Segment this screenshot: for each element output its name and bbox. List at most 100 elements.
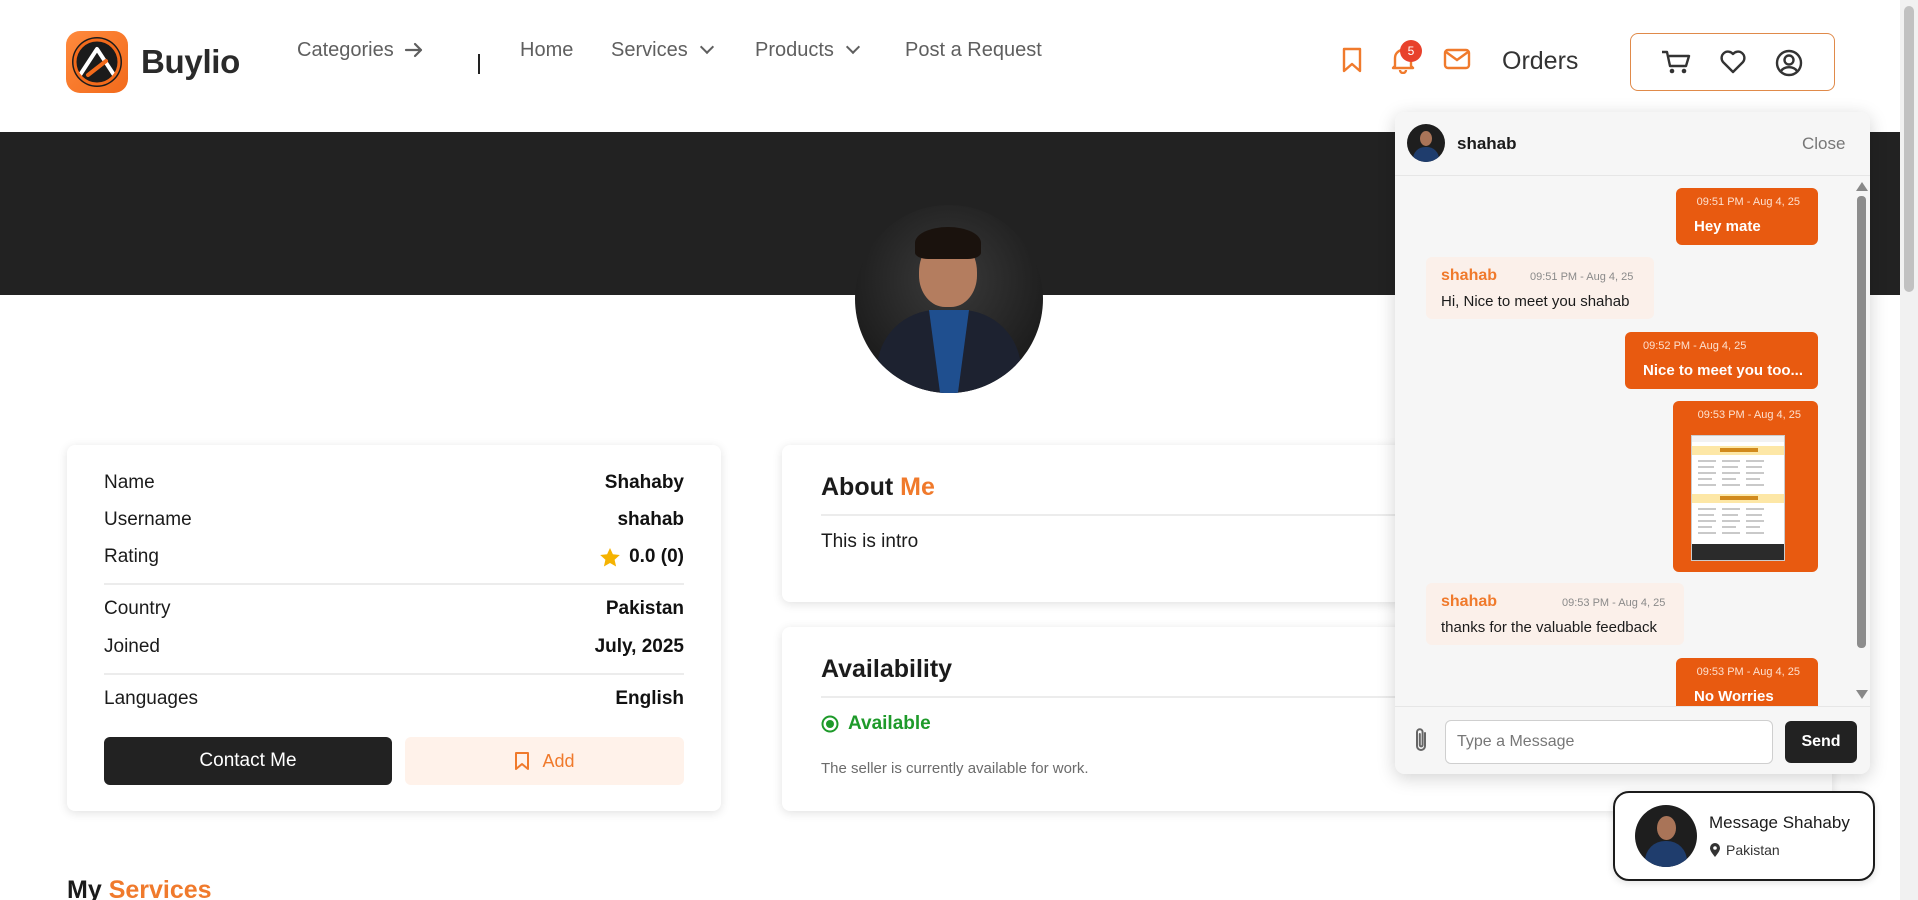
message-text: thanks for the valuable feedback <box>1441 619 1657 636</box>
paperclip-icon[interactable] <box>1411 725 1431 760</box>
about-text: This is intro <box>821 531 919 552</box>
radio-checked-icon <box>821 715 839 733</box>
profile-info-card: Name Shahaby Username shahab Rating 0.0 … <box>67 445 721 811</box>
seller-avatar <box>1635 805 1697 867</box>
message-outgoing: 09:52 PM - Aug 4, 25 Nice to meet you to… <box>1625 332 1818 389</box>
about-title-accent: Me <box>900 473 935 501</box>
info-value: 0.0 (0) <box>629 546 684 567</box>
info-row-username: Username shahab <box>104 509 684 531</box>
about-title-main: About <box>821 473 894 501</box>
message-outgoing: 09:53 PM - Aug 4, 25 No Worries <box>1676 658 1818 706</box>
message-incoming: shahab 09:53 PM - Aug 4, 25 thanks for t… <box>1426 583 1684 645</box>
orders-link[interactable]: Orders <box>1502 47 1578 76</box>
add-button-label: Add <box>542 750 575 771</box>
message-text: No Worries <box>1694 688 1774 705</box>
message-input[interactable] <box>1445 720 1773 764</box>
info-value: shahab <box>617 509 684 530</box>
availability-title: Availability <box>821 655 953 683</box>
info-row-languages: Languages English <box>104 688 684 710</box>
info-row-name: Name Shahaby <box>104 472 684 494</box>
info-label: Joined <box>104 636 160 657</box>
chat-avatar <box>1407 124 1445 162</box>
mail-icon[interactable] <box>1443 48 1471 75</box>
chat-window: shahab Close 09:51 PM - Aug 4, 25 Hey ma… <box>1395 112 1870 774</box>
cart-icon[interactable] <box>1661 49 1691 80</box>
chat-scrollbar[interactable] <box>1854 176 1868 706</box>
nav-separator <box>478 54 480 74</box>
image-thumbnail[interactable] <box>1691 435 1785 561</box>
add-bookmark-button[interactable]: Add <box>405 737 684 785</box>
nav-post-request[interactable]: Post a Request <box>905 39 1042 62</box>
nav-home-label: Home <box>520 38 574 61</box>
buylio-logo-icon <box>66 31 128 93</box>
info-row-joined: Joined July, 2025 <box>104 636 684 658</box>
brand-logo[interactable]: Buylio <box>66 31 240 93</box>
message-time: 09:53 PM - Aug 4, 25 <box>1697 409 1801 421</box>
profile-avatar <box>855 205 1043 393</box>
nav-services-label: Services <box>611 38 688 61</box>
availability-status: Available <box>821 713 931 735</box>
about-title: About Me <box>821 473 935 502</box>
message-seller-card[interactable]: Message Shahaby Pakistan <box>1613 791 1875 881</box>
info-value: English <box>615 688 684 709</box>
info-row-rating: Rating 0.0 (0) <box>104 546 684 568</box>
seller-location-label: Pakistan <box>1726 842 1780 858</box>
message-seller-title: Message Shahaby <box>1709 813 1850 832</box>
message-sender: shahab <box>1441 267 1498 284</box>
info-value: July, 2025 <box>594 636 684 657</box>
availability-note: The seller is currently available for wo… <box>821 760 1089 777</box>
message-time: 09:51 PM - Aug 4, 25 <box>1696 196 1800 208</box>
services-section-title: My Services <box>67 876 212 900</box>
bookmark-icon <box>515 752 530 770</box>
divider <box>104 673 684 675</box>
nav-home[interactable]: Home <box>520 39 573 62</box>
bookmark-icon[interactable] <box>1341 46 1363 79</box>
info-label: Rating <box>104 546 159 567</box>
brand-name: Buylio <box>141 43 241 80</box>
chat-close-button[interactable]: Close <box>1802 134 1845 154</box>
nav-categories[interactable]: Categories <box>297 39 424 62</box>
seller-location: Pakistan <box>1709 842 1780 858</box>
message-text: Hey mate <box>1694 218 1761 235</box>
scroll-down-arrow-icon[interactable] <box>1856 690 1868 699</box>
info-label: Country <box>104 598 171 619</box>
nav-products-label: Products <box>755 38 834 61</box>
message-outgoing-image[interactable]: 09:53 PM - Aug 4, 25 <box>1673 401 1818 572</box>
heart-icon[interactable] <box>1719 49 1747 80</box>
message-text: Hi, Nice to meet you shahab <box>1441 293 1630 310</box>
info-value: Pakistan <box>605 598 684 619</box>
nav-products[interactable]: Products <box>755 38 861 62</box>
message-text: Nice to meet you too... <box>1643 362 1804 379</box>
nav-categories-label: Categories <box>297 38 394 61</box>
chat-header: shahab Close <box>1395 112 1870 176</box>
nav-services[interactable]: Services <box>611 38 714 62</box>
chevron-down-icon <box>699 39 714 55</box>
info-value: Shahaby <box>604 472 684 493</box>
star-icon <box>600 547 620 566</box>
send-button[interactable]: Send <box>1785 721 1857 763</box>
message-sender: shahab <box>1441 593 1498 610</box>
page-scrollbar[interactable] <box>1900 0 1918 900</box>
chat-scrollbar-thumb[interactable] <box>1857 196 1866 648</box>
chat-contact-name: shahab <box>1457 134 1517 153</box>
info-label: Name <box>104 472 155 493</box>
message-time: 09:53 PM - Aug 4, 25 <box>1696 666 1800 678</box>
user-account-icon[interactable] <box>1775 49 1803 82</box>
availability-status-label: Available <box>848 713 931 734</box>
rating-value-wrap: 0.0 (0) <box>599 546 684 568</box>
info-label: Username <box>104 509 192 530</box>
divider <box>104 583 684 585</box>
chat-composer: Send <box>1395 706 1870 774</box>
location-pin-icon <box>1710 843 1720 857</box>
info-label: Languages <box>104 688 199 709</box>
message-time: 09:51 PM - Aug 4, 25 <box>1530 271 1634 283</box>
user-actions-box <box>1630 33 1835 91</box>
message-time: 09:53 PM - Aug 4, 25 <box>1562 597 1666 609</box>
page-scrollbar-thumb[interactable] <box>1904 6 1914 292</box>
notification-badge: 5 <box>1400 40 1422 62</box>
chat-messages[interactable]: 09:51 PM - Aug 4, 25 Hey mate shahab 09:… <box>1395 176 1870 706</box>
message-time: 09:52 PM - Aug 4, 25 <box>1643 340 1747 352</box>
services-title-main: My <box>67 876 102 900</box>
scroll-up-arrow-icon[interactable] <box>1856 182 1868 191</box>
contact-me-button[interactable]: Contact Me <box>104 737 392 785</box>
